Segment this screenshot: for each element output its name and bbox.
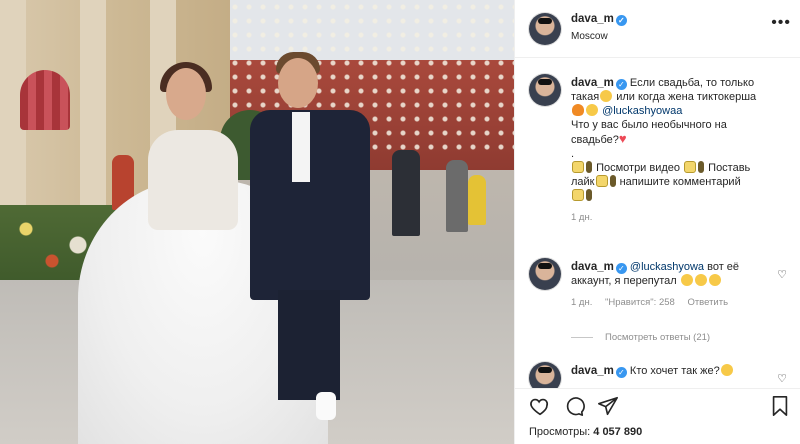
avatar[interactable]	[529, 362, 561, 388]
caption-meta: 1 дн.	[571, 211, 773, 225]
laugh-emoji	[680, 274, 693, 286]
groom-legs	[278, 290, 340, 400]
face-emoji	[572, 161, 584, 173]
comment-username[interactable]: dava_m	[571, 261, 614, 273]
heart-icon[interactable]	[529, 395, 551, 417]
bookmark-icon[interactable]	[769, 395, 791, 417]
caption-question: Что у вас было необычного на свадьбе?	[571, 119, 727, 146]
caption-text-2: или когда жена тиктокерша	[613, 91, 757, 103]
caption-line3c: напишите комментарий	[619, 176, 741, 188]
bride	[148, 130, 238, 230]
verified-icon: ✓	[615, 15, 627, 26]
avatar[interactable]	[529, 74, 561, 106]
action-bar: Просмотры: 4 057 890	[515, 388, 800, 444]
view-replies-button[interactable]: Посмотреть ответы (21)	[571, 332, 710, 343]
comment-like-icon[interactable]: ♡	[777, 268, 787, 281]
avatar[interactable]	[529, 258, 561, 290]
comment-likes[interactable]: "Нравится": 258	[605, 297, 675, 308]
groom-face	[278, 58, 318, 108]
groom-shirt	[292, 112, 310, 182]
laugh-emoji	[586, 104, 598, 116]
share-icon[interactable]	[597, 395, 619, 417]
comment-body: dava_m ✓ @luckashyowa вот её аккаунт, я п…	[571, 260, 773, 310]
mention-link[interactable]: @luckashyowaa	[602, 105, 682, 117]
username-text[interactable]: dava_m	[571, 13, 614, 25]
face-emoji	[595, 175, 608, 187]
fire-emoji	[572, 104, 584, 116]
header-username[interactable]: dava_m ✓	[571, 13, 627, 26]
verified-icon: ✓	[615, 263, 627, 274]
bride-face	[166, 68, 206, 120]
groom-shoe	[316, 392, 336, 420]
views-label: Просмотры:	[529, 426, 591, 438]
caption-dot: .	[571, 148, 575, 160]
comment-meta: 1 дн. "Нравится": 258 Ответить	[571, 296, 773, 310]
caption-username[interactable]: dava_m	[571, 77, 614, 89]
post-sidebar: dava_m ✓ Moscow ••• dava_m ✓ Если свадьба,…	[514, 0, 800, 444]
comment-body: dava_m ✓ Кто хочет так же?	[571, 364, 773, 378]
location-link[interactable]: Moscow	[571, 31, 608, 42]
verified-icon: ✓	[615, 79, 627, 90]
key-emoji	[698, 161, 705, 173]
laugh-emoji	[720, 364, 733, 376]
caption-line3a: Посмотри видео	[596, 162, 681, 174]
caption-time[interactable]: 1 дн.	[571, 212, 592, 223]
groom	[250, 110, 370, 300]
comments-list[interactable]: dava_m ✓ Если свадьба, то только такая ил…	[515, 58, 800, 388]
laugh-emoji	[694, 274, 707, 286]
key-emoji	[586, 161, 592, 173]
comment-icon[interactable]	[563, 395, 585, 417]
post-header: dava_m ✓ Moscow •••	[515, 0, 800, 58]
bystander	[468, 175, 486, 225]
key-emoji	[586, 189, 592, 201]
key-emoji	[609, 175, 616, 187]
mention-link[interactable]: @luckashyowa	[630, 261, 704, 273]
comment-username[interactable]: dava_m	[571, 365, 614, 377]
bystander	[392, 150, 420, 236]
face-emoji	[572, 189, 584, 201]
views-counter: Просмотры: 4 057 890	[529, 426, 642, 438]
verified-icon: ✓	[615, 367, 627, 378]
laugh-emoji	[708, 274, 721, 286]
bystander	[446, 160, 468, 232]
heart-emoji: ♥	[618, 131, 627, 146]
reply-button[interactable]: Ответить	[687, 297, 728, 308]
avatar[interactable]	[529, 13, 561, 45]
post-media[interactable]	[0, 0, 514, 444]
views-count: 4 057 890	[593, 426, 643, 438]
red-awning	[20, 70, 70, 130]
laugh-emoji	[600, 90, 613, 102]
more-options-icon[interactable]: •••	[771, 15, 791, 31]
face-emoji	[684, 161, 697, 173]
comment-text: Кто хочет так же?	[629, 365, 720, 377]
comment-like-icon[interactable]: ♡	[777, 372, 787, 385]
caption-body: dava_m ✓ Если свадьба, то только такая ил…	[571, 76, 773, 225]
comment-time[interactable]: 1 дн.	[571, 297, 592, 308]
